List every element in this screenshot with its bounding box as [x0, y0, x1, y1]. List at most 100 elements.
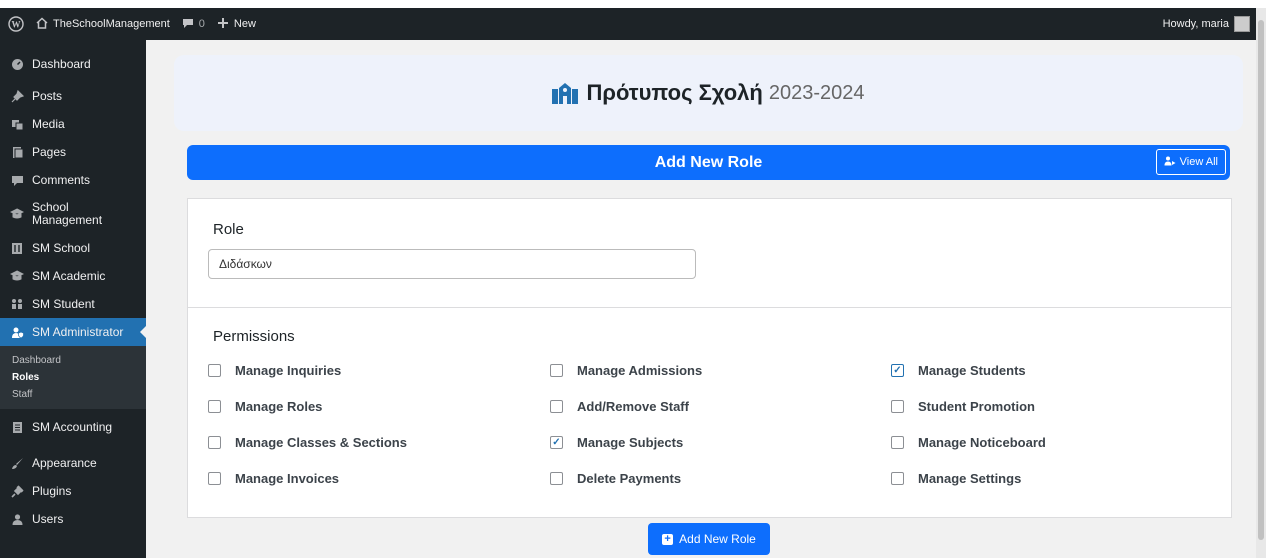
permission-label: Manage Settings [918, 471, 1022, 486]
sidebar-item-sm-school[interactable]: SM School [0, 234, 146, 262]
permission-delete-payments[interactable]: Delete Payments [550, 471, 681, 486]
permission-manage-settings[interactable]: Manage Settings [891, 471, 1021, 486]
permission-manage-invoices[interactable]: Manage Invoices [208, 471, 339, 486]
checkbox[interactable] [208, 364, 221, 377]
sidebar-item-label: SM Academic [32, 269, 106, 283]
sidebar-item-comments[interactable]: Comments [0, 166, 146, 194]
school-name: Πρότυπος Σχολή [586, 80, 763, 105]
sidebar-item-label: Users [32, 512, 64, 526]
sidebar-item-label: Media [32, 117, 65, 131]
sidebar-item-plugins[interactable]: Plugins [0, 477, 146, 505]
account-menu[interactable]: Howdy, maria [1163, 16, 1256, 32]
sidebar-item-appearance[interactable]: Appearance [0, 449, 146, 477]
wordpress-logo-icon[interactable]: W [2, 8, 30, 40]
checkbox[interactable] [208, 436, 221, 449]
permission-label: Manage Inquiries [235, 363, 342, 378]
submenu-item-roles[interactable]: Roles [0, 369, 146, 386]
checkbox[interactable] [550, 364, 563, 377]
permission-manage-subjects[interactable]: ✓ Manage Subjects [550, 435, 683, 450]
avatar [1234, 16, 1250, 32]
sidebar-item-posts[interactable]: Posts [0, 82, 146, 110]
graduation-cap-icon [10, 207, 24, 221]
checkbox[interactable] [891, 400, 904, 413]
new-content-link[interactable]: New [211, 8, 262, 40]
sidebar-item-sm-academic[interactable]: SM Academic [0, 262, 146, 290]
checkbox[interactable] [208, 400, 221, 413]
sidebar-item-label: SM Administrator [32, 325, 124, 339]
checkbox[interactable] [891, 436, 904, 449]
plus-icon [217, 17, 229, 32]
checkbox-checked[interactable]: ✓ [891, 364, 904, 377]
permission-manage-classes-sections[interactable]: Manage Classes & Sections [208, 435, 407, 450]
page-title: Add New Role [654, 153, 763, 171]
permission-label: Manage Admissions [577, 363, 703, 378]
checkbox[interactable] [891, 472, 904, 485]
sidebar-item-label: Dashboard [32, 57, 91, 71]
school-building-icon [552, 82, 579, 104]
sidebar-submenu: Dashboard Roles Staff [0, 346, 146, 409]
add-new-role-label: Add New Role [679, 532, 756, 546]
new-label: New [233, 18, 256, 30]
permission-manage-noticeboard[interactable]: Manage Noticeboard [891, 435, 1046, 450]
permission-add-remove-staff[interactable]: Add/Remove Staff [550, 399, 689, 414]
sidebar-item-label: Comments [32, 173, 91, 187]
permission-label: Add/Remove Staff [577, 399, 689, 414]
page-scrollbar[interactable] [1256, 8, 1266, 558]
permission-label: Delete Payments [577, 471, 682, 486]
permission-manage-admissions[interactable]: Manage Admissions [550, 363, 702, 378]
view-all-label: View All [1179, 156, 1218, 168]
sidebar-item-sm-administrator[interactable]: SM Administrator [0, 318, 147, 346]
sidebar-item-label: School Management [32, 200, 103, 227]
permission-manage-inquiries[interactable]: Manage Inquiries [208, 363, 341, 378]
pages-icon [10, 145, 24, 159]
sidebar-item-users[interactable]: Users [0, 505, 146, 533]
permission-label: Manage Noticeboard [918, 435, 1046, 450]
submenu-item-staff[interactable]: Staff [0, 386, 146, 403]
plug-icon [10, 484, 24, 498]
comments-link[interactable]: 0 [176, 8, 211, 40]
students-icon [10, 297, 24, 311]
view-all-button[interactable]: View All [1155, 149, 1226, 175]
user-shield-icon [10, 325, 24, 339]
checkbox[interactable] [550, 472, 563, 485]
add-new-role-button[interactable]: + Add New Role [648, 523, 770, 555]
comment-icon [10, 173, 24, 187]
sidebar-item-dashboard[interactable]: Dashboard [0, 50, 146, 78]
role-name-input[interactable] [208, 249, 696, 279]
permission-manage-roles[interactable]: Manage Roles [208, 399, 322, 414]
page-title-bar: Add New Role View All [187, 145, 1230, 180]
comment-icon [182, 17, 194, 32]
users-icon [1164, 156, 1176, 169]
sidebar-item-label: Posts [32, 89, 63, 103]
brush-icon [10, 456, 24, 470]
sidebar-item-sm-student[interactable]: SM Student [0, 290, 146, 318]
scrollbar-thumb[interactable] [1258, 20, 1264, 540]
site-name-link[interactable]: TheSchoolManagement [30, 8, 176, 40]
school-header: Πρότυπος Σχολή 2023-2024 [174, 55, 1243, 131]
permission-label: Manage Classes & Sections [235, 435, 407, 450]
users-icon [10, 512, 24, 526]
checkbox[interactable] [550, 400, 563, 413]
checkbox[interactable] [208, 472, 221, 485]
sidebar-item-label: SM Accounting [32, 420, 113, 434]
role-form-card: Role Permissions Manage Inquiries Manage… [187, 198, 1232, 518]
submenu-item-dashboard[interactable]: Dashboard [0, 352, 146, 369]
sidebar-item-school-management[interactable]: School Management [0, 194, 146, 234]
sidebar-item-pages[interactable]: Pages [0, 138, 146, 166]
sidebar-item-label: SM School [32, 241, 91, 255]
role-section: Role [188, 199, 1231, 308]
permission-label: Manage Invoices [235, 471, 340, 486]
permission-manage-students[interactable]: ✓ Manage Students [891, 363, 1026, 378]
permission-student-promotion[interactable]: Student Promotion [891, 399, 1035, 414]
checkbox-checked[interactable]: ✓ [550, 436, 563, 449]
comments-count: 0 [198, 18, 205, 30]
permission-label: Manage Subjects [577, 435, 684, 450]
sidebar-item-label: Plugins [32, 484, 72, 498]
sidebar-item-sm-accounting[interactable]: SM Accounting [0, 413, 146, 441]
pin-icon [10, 89, 24, 103]
document-icon [10, 420, 24, 434]
admin-sidebar: Dashboard Posts Media Pages Comments Sch… [0, 40, 147, 558]
permission-label: Student Promotion [918, 399, 1035, 414]
sidebar-item-media[interactable]: Media [0, 110, 146, 138]
sidebar-item-label: Appearance [32, 456, 97, 470]
